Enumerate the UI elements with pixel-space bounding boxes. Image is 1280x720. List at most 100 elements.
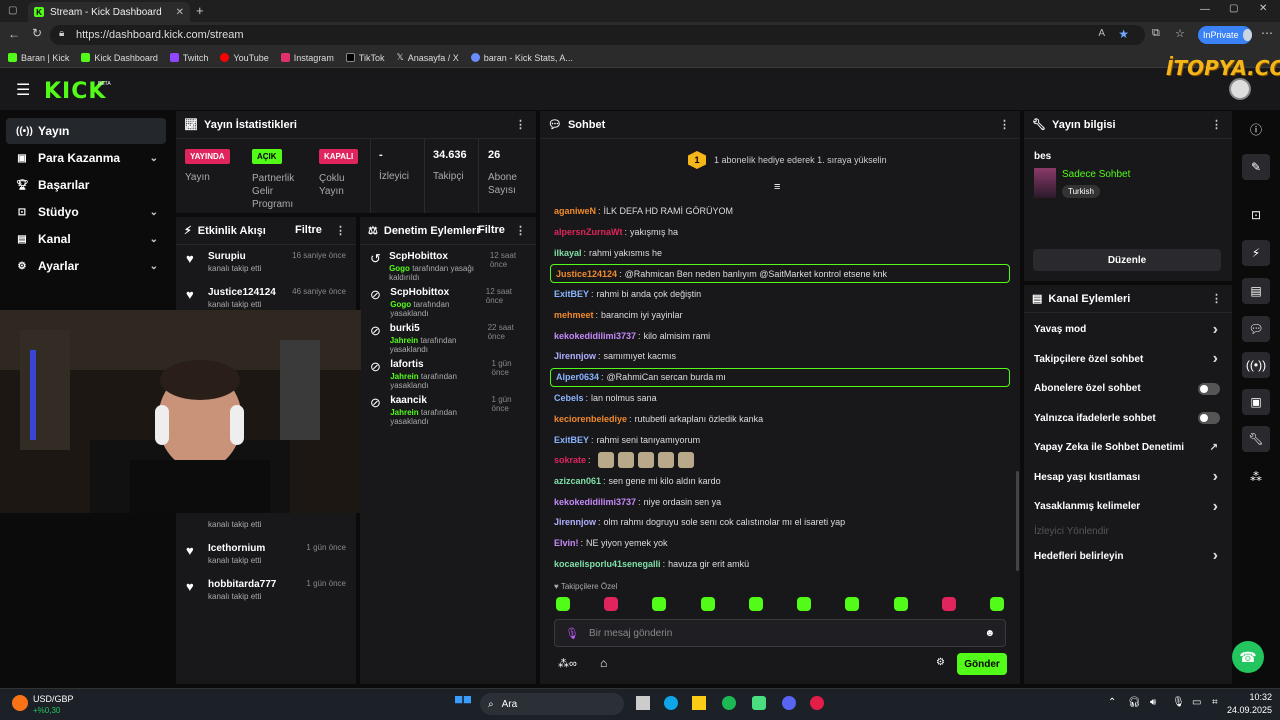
speaker-icon[interactable]: 🔊︎: [1150, 697, 1156, 708]
chat-username[interactable]: mehmeet: [554, 310, 594, 320]
back-icon[interactable]: ←: [8, 27, 20, 41]
activity-username[interactable]: hobbitarda777: [208, 579, 276, 590]
chat-username[interactable]: kekokedidilimi3737: [554, 497, 636, 507]
emote-icon[interactable]: [893, 597, 908, 611]
inprivate-badge[interactable]: InPrivate: [1198, 26, 1252, 44]
emote-icon[interactable]: [748, 597, 763, 611]
chat-username[interactable]: kocaelisporlu41senegalli: [554, 559, 661, 569]
nav-item-kanal[interactable]: ▤ Kanal ⌄: [6, 226, 166, 252]
gift-leaderboard-banner[interactable]: 1 1 aboneIik hediye ederek 1. sıraya yük…: [688, 151, 887, 169]
bookmark-tiktok[interactable]: TikTok: [345, 53, 385, 63]
collections-icon[interactable]: ☆: [1175, 27, 1185, 40]
kick-points-icon[interactable]: ⁂: [1242, 464, 1270, 490]
emote-icon[interactable]: [797, 597, 812, 611]
close-window-icon[interactable]: ✕: [1259, 3, 1267, 14]
chat-username[interactable]: Alper0634: [556, 372, 599, 382]
chat-username[interactable]: sokrate: [554, 455, 586, 465]
toggle-switch[interactable]: [1198, 412, 1220, 425]
chevron-up-icon[interactable]: ⌃: [1108, 697, 1116, 708]
activity-username[interactable]: Surupiu: [208, 251, 261, 262]
emote-icon[interactable]: [637, 452, 654, 469]
nav-item-yayin[interactable]: ((•)) Yayın: [6, 118, 166, 144]
notes-icon[interactable]: ▤: [1242, 278, 1270, 304]
channel-action-row[interactable]: Yavaş mod ›: [1024, 315, 1232, 345]
kick-points-icon[interactable]: ⁂∞: [558, 657, 577, 670]
toggle-switch[interactable]: [1198, 382, 1220, 395]
chat-username[interactable]: azizcan061: [554, 476, 601, 486]
chat-input[interactable]: 🎙︎ Bir mesaj gönderin ☻: [554, 619, 1006, 647]
bookmark-instagram[interactable]: Instagram: [280, 53, 334, 63]
file-explorer-icon[interactable]: [692, 696, 706, 710]
bookmark-kick-stats[interactable]: baran - Kick Stats, A...: [470, 53, 573, 63]
wrench-icon[interactable]: 🔧︎: [1242, 426, 1270, 452]
more-options-icon[interactable]: ⋮: [1211, 118, 1222, 131]
new-tab-icon[interactable]: +: [196, 3, 204, 18]
chat-username[interactable]: Elvin!: [554, 538, 579, 548]
read-aloud-icon[interactable]: A: [1098, 28, 1105, 39]
maximize-icon[interactable]: ▢: [1229, 3, 1238, 14]
edit-pencil-icon[interactable]: ✎: [1242, 154, 1270, 180]
emote-icon[interactable]: [700, 597, 715, 611]
emote-icon[interactable]: [677, 452, 694, 469]
channel-action-row[interactable]: Yapay Zeka ile Sohbet Denetimi ↗: [1024, 433, 1232, 463]
moderator-name[interactable]: Jahrein: [390, 372, 418, 381]
display-icon[interactable]: ▭: [1192, 697, 1201, 708]
category-link[interactable]: Sadece Sohbet: [1062, 169, 1130, 180]
chat-username[interactable]: kekokedidilimi3737: [554, 331, 636, 341]
more-options-icon[interactable]: ⋮: [515, 224, 526, 237]
windows-start-icon[interactable]: [455, 696, 471, 704]
mod-panel-icon[interactable]: ▣: [1242, 389, 1270, 415]
microphone-icon[interactable]: 🎙︎: [565, 627, 579, 640]
channel-action-row[interactable]: Hesap yaşı kısıtlaması ›: [1024, 463, 1232, 493]
filter-button[interactable]: Filtre: [478, 224, 505, 236]
user-avatar[interactable]: [1229, 78, 1251, 100]
nav-item-ayarlar[interactable]: ⚙ Ayarlar ⌄: [6, 253, 166, 279]
chat-username[interactable]: ilkayal: [554, 248, 582, 258]
emote-icon[interactable]: [617, 452, 634, 469]
emote-icon[interactable]: [556, 597, 570, 611]
emote-icon[interactable]: [657, 452, 674, 469]
channel-action-row[interactable]: Yalnızca ifadelerle sohbet: [1024, 404, 1232, 434]
chat-username[interactable]: aganiweN: [554, 206, 596, 216]
emoji-picker-icon[interactable]: ☻: [984, 628, 995, 639]
edit-button[interactable]: Düzenle: [1033, 249, 1221, 271]
tab-actions-icon[interactable]: ▢: [8, 5, 17, 16]
pinned-toggle-icon[interactable]: ≡: [774, 181, 780, 193]
channel-action-row[interactable]: Abonelere özel sohbet: [1024, 374, 1232, 404]
chat-scrollbar[interactable]: [1016, 471, 1019, 571]
chat-username[interactable]: ExitBEY: [554, 289, 589, 299]
moderator-name[interactable]: Jahrein: [390, 408, 418, 417]
filter-button[interactable]: Filtre: [295, 224, 322, 236]
app-icon[interactable]: [752, 696, 766, 710]
chat-username[interactable]: Jirennjow: [554, 517, 596, 527]
close-tab-icon[interactable]: ✕: [176, 7, 184, 18]
more-options-icon[interactable]: ⋮: [999, 118, 1010, 131]
screen-capture-icon[interactable]: ⊡: [1242, 202, 1270, 228]
url-field[interactable]: 🔒︎ https://dashboard.kick.com/stream A ★: [50, 25, 1145, 45]
activity-username[interactable]: Justice124124: [208, 287, 276, 298]
moderator-name[interactable]: Gogo: [389, 264, 410, 273]
bookmark-baran-kick[interactable]: Baran | Kick: [8, 53, 69, 63]
broadcast-icon[interactable]: ((•)): [1242, 352, 1270, 378]
more-options-icon[interactable]: ⋮: [515, 118, 526, 131]
chat-settings-icon[interactable]: ⚙: [936, 657, 945, 668]
moderated-username[interactable]: lafortis: [390, 359, 483, 370]
emote-icon[interactable]: [941, 597, 956, 611]
more-options-icon[interactable]: ⋮: [335, 224, 346, 237]
moderator-name[interactable]: Jahrein: [390, 336, 418, 345]
chat-username[interactable]: Justice124124: [556, 269, 617, 279]
moderated-username[interactable]: ScpHobittox: [390, 287, 477, 298]
channel-action-row[interactable]: Yasaklanmış kelimeler ›: [1024, 492, 1232, 522]
network-icon[interactable]: ⌗: [1212, 697, 1218, 708]
refresh-icon[interactable]: ↻: [32, 26, 42, 40]
moderated-username[interactable]: ScpHobittox: [389, 251, 482, 262]
clock-time[interactable]: 10:32: [1236, 692, 1272, 702]
task-view-icon[interactable]: [636, 696, 650, 710]
bookmark-kick-dashboard[interactable]: Kick Dashboard: [81, 53, 158, 63]
clock-date[interactable]: 24.09.2025: [1222, 705, 1272, 715]
nav-item-basarilar[interactable]: 🏆︎ Başarılar: [6, 172, 166, 198]
chat-username[interactable]: ExitBEY: [554, 435, 589, 445]
discord-icon[interactable]: [782, 696, 796, 710]
favorite-star-icon[interactable]: ★: [1118, 27, 1129, 41]
emote-icon[interactable]: [989, 597, 1004, 611]
